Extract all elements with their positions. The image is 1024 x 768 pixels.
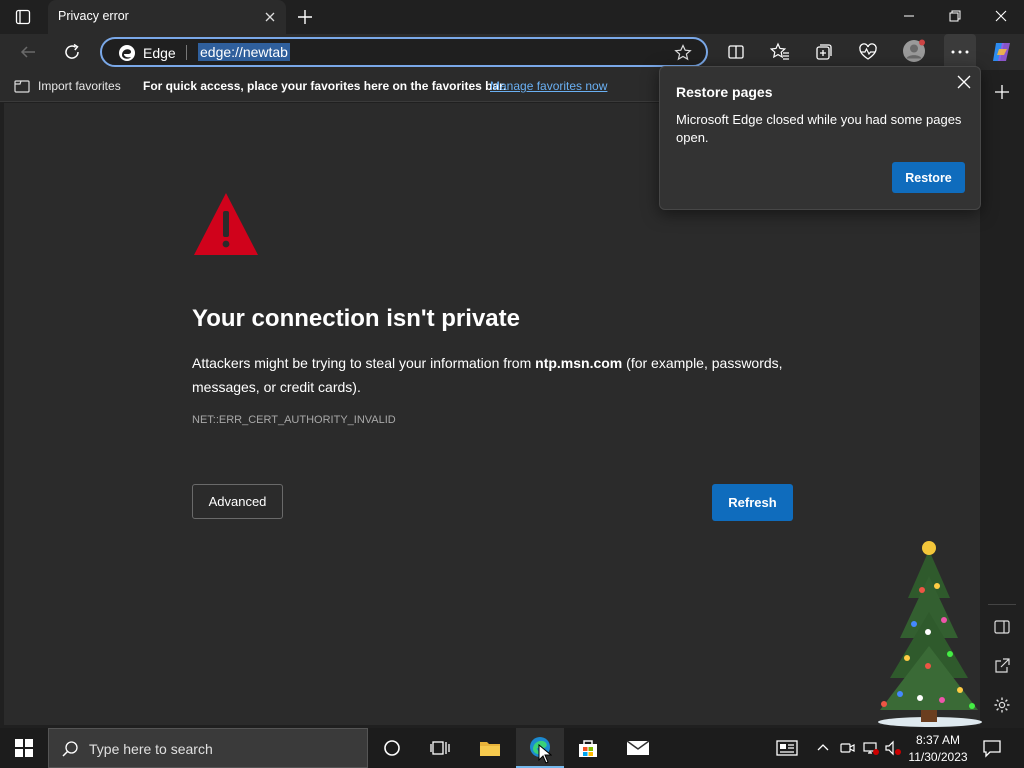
network-icon[interactable]	[862, 739, 880, 757]
error-host: ntp.msn.com	[535, 355, 623, 371]
favorite-star-icon[interactable]	[674, 44, 692, 62]
mail-icon[interactable]	[614, 728, 662, 768]
error-code[interactable]: NET::ERR_CERT_AUTHORITY_INVALID	[192, 414, 396, 426]
address-separator	[186, 45, 187, 60]
start-windows-icon[interactable]	[0, 728, 48, 768]
popup-message: Microsoft Edge closed while you had some…	[676, 112, 962, 145]
popup-close-icon[interactable]	[956, 74, 972, 90]
import-favorites-button[interactable]: Import favorites	[38, 79, 121, 93]
clock-date[interactable]: 11/30/2023	[906, 750, 970, 764]
tab-bar: Privacy error	[0, 0, 1024, 34]
advanced-button[interactable]: Advanced	[192, 484, 283, 519]
more-options-icon[interactable]	[944, 34, 976, 70]
minimize-icon[interactable]	[886, 0, 932, 32]
sidebar-settings-gear-icon[interactable]	[993, 696, 1011, 714]
restore-window-icon[interactable]	[932, 0, 978, 32]
task-view-icon[interactable]	[416, 728, 464, 768]
tab-close-icon[interactable]	[262, 9, 278, 25]
notifications-icon[interactable]	[982, 738, 1002, 758]
favorites-icon[interactable]	[770, 42, 790, 62]
volume-muted-icon[interactable]	[884, 739, 902, 757]
edge-sidebar	[980, 70, 1024, 725]
error-title: Your connection isn't private	[192, 305, 520, 332]
browser-essentials-icon[interactable]	[858, 42, 878, 62]
restore-button[interactable]: Restore	[892, 162, 965, 193]
collections-icon[interactable]	[814, 42, 834, 62]
favorites-bar-message: For quick access, place your favorites h…	[143, 79, 507, 93]
new-tab-icon[interactable]	[294, 6, 316, 28]
toolbar: Edge edge://newtab	[0, 34, 1024, 70]
christmas-tree-decoration	[862, 528, 982, 728]
hide-sidebar-icon[interactable]	[993, 618, 1011, 636]
microsoft-store-icon[interactable]	[564, 728, 612, 768]
show-hidden-icons-chevron-icon[interactable]	[814, 739, 832, 757]
refresh-icon[interactable]	[62, 42, 82, 62]
cortana-icon[interactable]	[368, 728, 416, 768]
warning-icon	[192, 191, 260, 257]
url-text[interactable]: edge://newtab	[198, 43, 290, 61]
search-placeholder: Type here to search	[89, 741, 213, 757]
popup-title: Restore pages	[676, 84, 773, 100]
address-bar[interactable]: Edge edge://newtab	[100, 37, 708, 67]
mouse-cursor-icon	[538, 744, 552, 764]
import-favorites-icon[interactable]	[14, 78, 30, 93]
taskbar: Type here to search 8:37 AM 11/30/2023	[0, 728, 1024, 768]
file-explorer-icon[interactable]	[466, 728, 514, 768]
manage-favorites-link[interactable]: Manage favorites now	[490, 79, 607, 93]
clock-time[interactable]: 8:37 AM	[906, 733, 970, 747]
add-sidebar-item-icon[interactable]	[992, 82, 1012, 102]
error-description: Attackers might be trying to steal your …	[192, 351, 812, 399]
copilot-icon[interactable]	[990, 40, 1014, 64]
tab-privacy-error[interactable]: Privacy error	[48, 0, 286, 34]
sidebar-divider	[988, 604, 1016, 605]
search-icon	[61, 740, 79, 758]
tab-actions-icon[interactable]	[8, 6, 38, 28]
error-description-text: Attackers might be trying to steal your …	[192, 355, 536, 371]
profile-avatar-icon[interactable]	[902, 39, 926, 63]
close-window-icon[interactable]	[978, 0, 1024, 32]
meet-now-icon[interactable]	[838, 739, 856, 757]
taskbar-search-box[interactable]: Type here to search	[48, 728, 368, 768]
refresh-button[interactable]: Refresh	[712, 484, 793, 521]
news-widget-icon[interactable]	[776, 739, 798, 757]
site-label: Edge	[143, 45, 176, 61]
edge-logo-icon	[118, 44, 136, 62]
back-icon[interactable]	[18, 42, 38, 62]
external-link-icon[interactable]	[993, 657, 1011, 675]
restore-pages-popup: Restore pages Microsoft Edge closed whil…	[659, 66, 981, 210]
split-screen-icon[interactable]	[726, 42, 746, 62]
tab-title: Privacy error	[58, 9, 129, 23]
